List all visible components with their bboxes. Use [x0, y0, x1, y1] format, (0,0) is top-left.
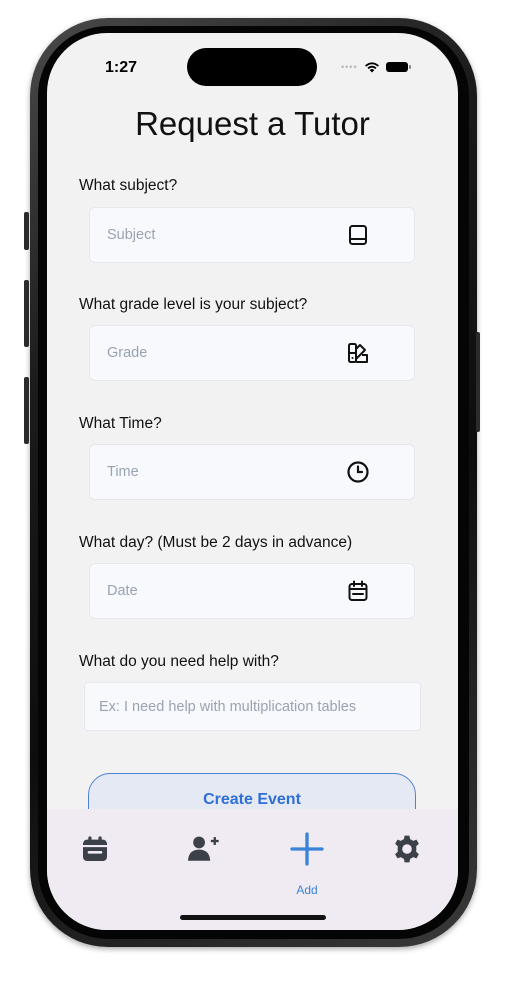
battery-icon: [385, 62, 411, 72]
help-question: What do you need help with?: [79, 653, 279, 670]
dynamic-island: [187, 48, 317, 86]
grade-placeholder: Grade: [107, 345, 148, 361]
status-icons: ••••: [341, 61, 411, 73]
tab-settings[interactable]: [391, 833, 431, 873]
add-person-icon: [187, 836, 219, 861]
time-question: What Time?: [79, 415, 162, 432]
app-screen: 1:27 •••• Request a Tutor What subject? …: [47, 33, 458, 930]
book-icon: [349, 225, 367, 245]
volume-up-button: [24, 280, 29, 347]
date-question: What day? (Must be 2 days in advance): [79, 534, 353, 551]
time-placeholder: Time: [107, 464, 139, 480]
calendar-icon: [348, 580, 368, 601]
grade-question: What grade level is your subject?: [79, 296, 308, 313]
subject-question: What subject?: [79, 177, 178, 194]
calendar-icon: [83, 836, 107, 861]
gear-icon: [395, 835, 419, 863]
tab-add-person[interactable]: [186, 833, 226, 873]
status-time: 1:27: [105, 59, 138, 76]
signal-icon: ••••: [341, 62, 358, 72]
tab-add-label: Add: [296, 883, 318, 897]
page-title: Request a Tutor: [135, 105, 370, 142]
clock-icon: [347, 461, 369, 483]
power-button: [476, 332, 480, 432]
swatch-icon: [348, 343, 368, 363]
help-placeholder: Ex: I need help with multiplication tabl…: [99, 699, 357, 715]
grade-field[interactable]: Grade: [89, 325, 415, 381]
volume-down-button: [24, 377, 29, 444]
tab-add[interactable]: Add: [287, 832, 327, 897]
plus-icon: [290, 832, 324, 866]
help-field[interactable]: Ex: I need help with multiplication tabl…: [84, 682, 421, 731]
home-indicator[interactable]: [180, 915, 326, 920]
date-placeholder: Date: [107, 583, 138, 599]
tab-calendar[interactable]: [79, 833, 119, 873]
create-event-label: Create Event: [203, 791, 301, 808]
date-field[interactable]: Date: [89, 563, 415, 619]
wifi-icon: [364, 62, 379, 73]
subject-placeholder: Subject: [107, 227, 156, 243]
subject-field[interactable]: Subject: [89, 207, 415, 263]
action-button: [24, 212, 29, 250]
tab-bar: Add: [47, 809, 458, 930]
time-field[interactable]: Time: [89, 444, 415, 500]
